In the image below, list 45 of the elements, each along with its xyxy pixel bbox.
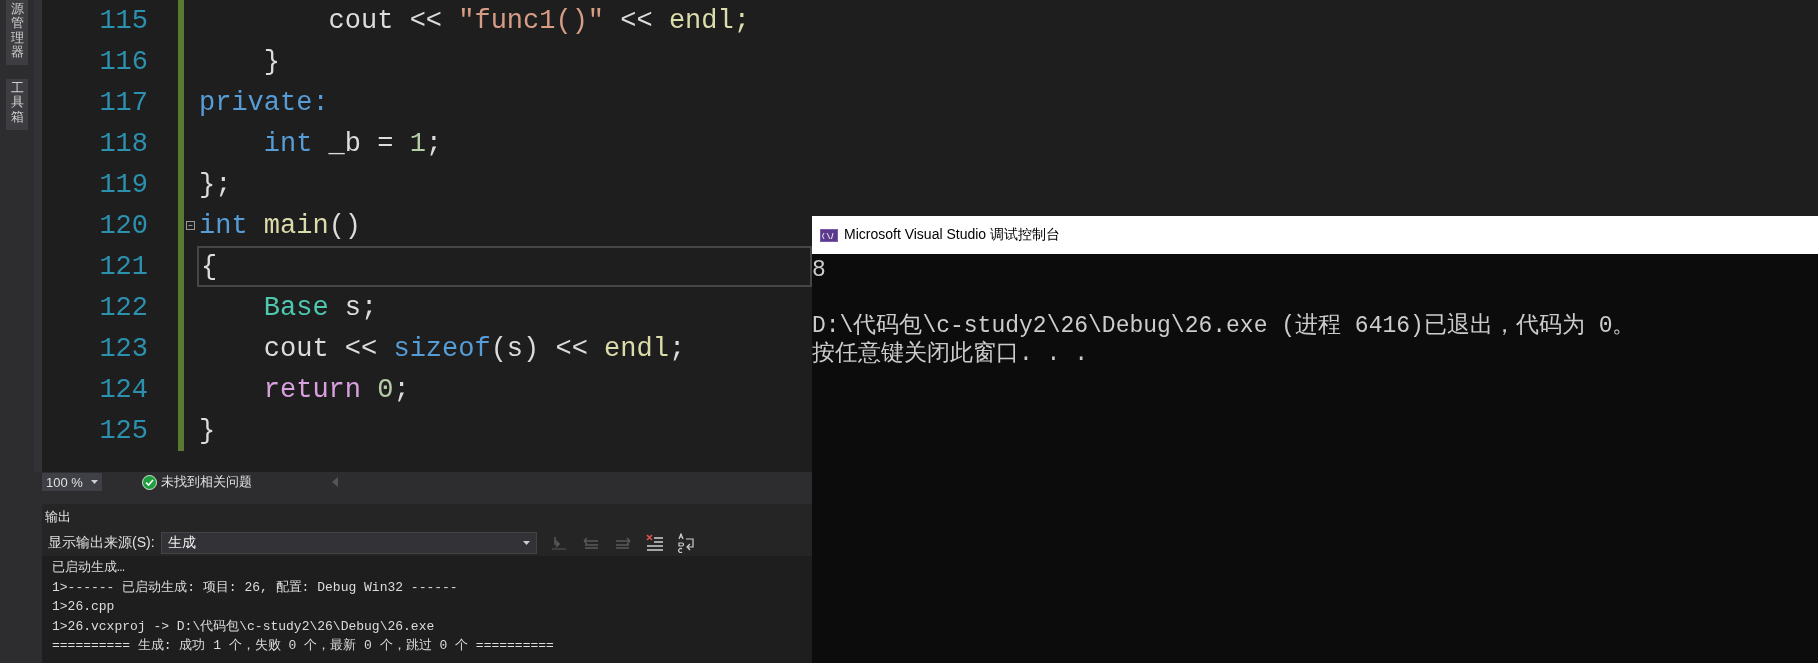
code-line: int main() — [198, 209, 363, 243]
check-icon — [142, 474, 157, 490]
scroll-left-icon[interactable] — [332, 477, 338, 487]
line-number: 117 — [98, 87, 149, 118]
line-number: 120 — [98, 210, 149, 241]
code-line: } — [262, 45, 281, 79]
line-number: 124 — [98, 374, 149, 405]
sidebar-tab[interactable]: 工具箱 — [6, 79, 28, 131]
line-number: 116 — [98, 46, 149, 77]
window-title: Microsoft Visual Studio 调试控制台 — [844, 226, 1061, 244]
sidebar-tab[interactable]: 源管理器 — [6, 0, 28, 66]
code-line: return 0; — [262, 373, 411, 407]
code-line: private: — [198, 86, 330, 120]
line-number: 115 — [98, 5, 149, 36]
line-number: 119 — [98, 169, 149, 200]
code-line: cout << sizeof(s) << endl; — [262, 332, 687, 366]
console-icon — [820, 228, 838, 242]
issues-text: 未找到相关问题 — [161, 473, 252, 491]
collapse-icon[interactable] — [186, 221, 195, 230]
caret-icon — [91, 480, 98, 484]
line-number: 123 — [98, 333, 149, 364]
word-wrap-icon[interactable] — [676, 533, 697, 553]
source-dropdown[interactable]: 生成 — [160, 532, 537, 554]
code-line: Base s; — [262, 291, 379, 325]
output-line: ========== 生成: 成功 1 个，失败 0 个，最新 0 个，跳过 0 个 ========== — [52, 637, 555, 655]
output-line: 1>------ 已启动生成: 项目: 26, 配置: Debug Win32 ------ — [52, 578, 459, 597]
line-number: 122 — [98, 292, 149, 323]
line-number: 125 — [98, 415, 149, 446]
code-line: cout << "func1()" << endl; — [327, 4, 751, 38]
line-number: 121 — [98, 251, 149, 282]
caret-icon — [522, 541, 530, 545]
zoom-dropdown[interactable]: 100 % — [42, 473, 102, 491]
console-line: 按任意键关闭此窗口. . . — [812, 340, 1089, 368]
console-line: 8 — [812, 256, 827, 284]
code-line: int _b = 1; — [262, 127, 444, 161]
source-label: 显示输出来源(S): — [48, 534, 155, 552]
clear-all-icon[interactable] — [644, 533, 665, 553]
line-number: 118 — [98, 128, 149, 159]
code-line: } — [198, 414, 217, 448]
code-line: }; — [198, 168, 233, 202]
output-line: 已启动生成… — [52, 559, 126, 577]
output-line: 1>26.vcxproj -> D:\代码包\c-study2\26\Debug\26.exe — [52, 617, 436, 636]
panel-title: 输出 — [45, 509, 71, 524]
console-line: D:\代码包\c-study2\26\Debug\26.exe (进程 6416)已退出，代码为 0。 — [812, 312, 1637, 340]
output-line: 1>26.cpp — [52, 598, 116, 616]
